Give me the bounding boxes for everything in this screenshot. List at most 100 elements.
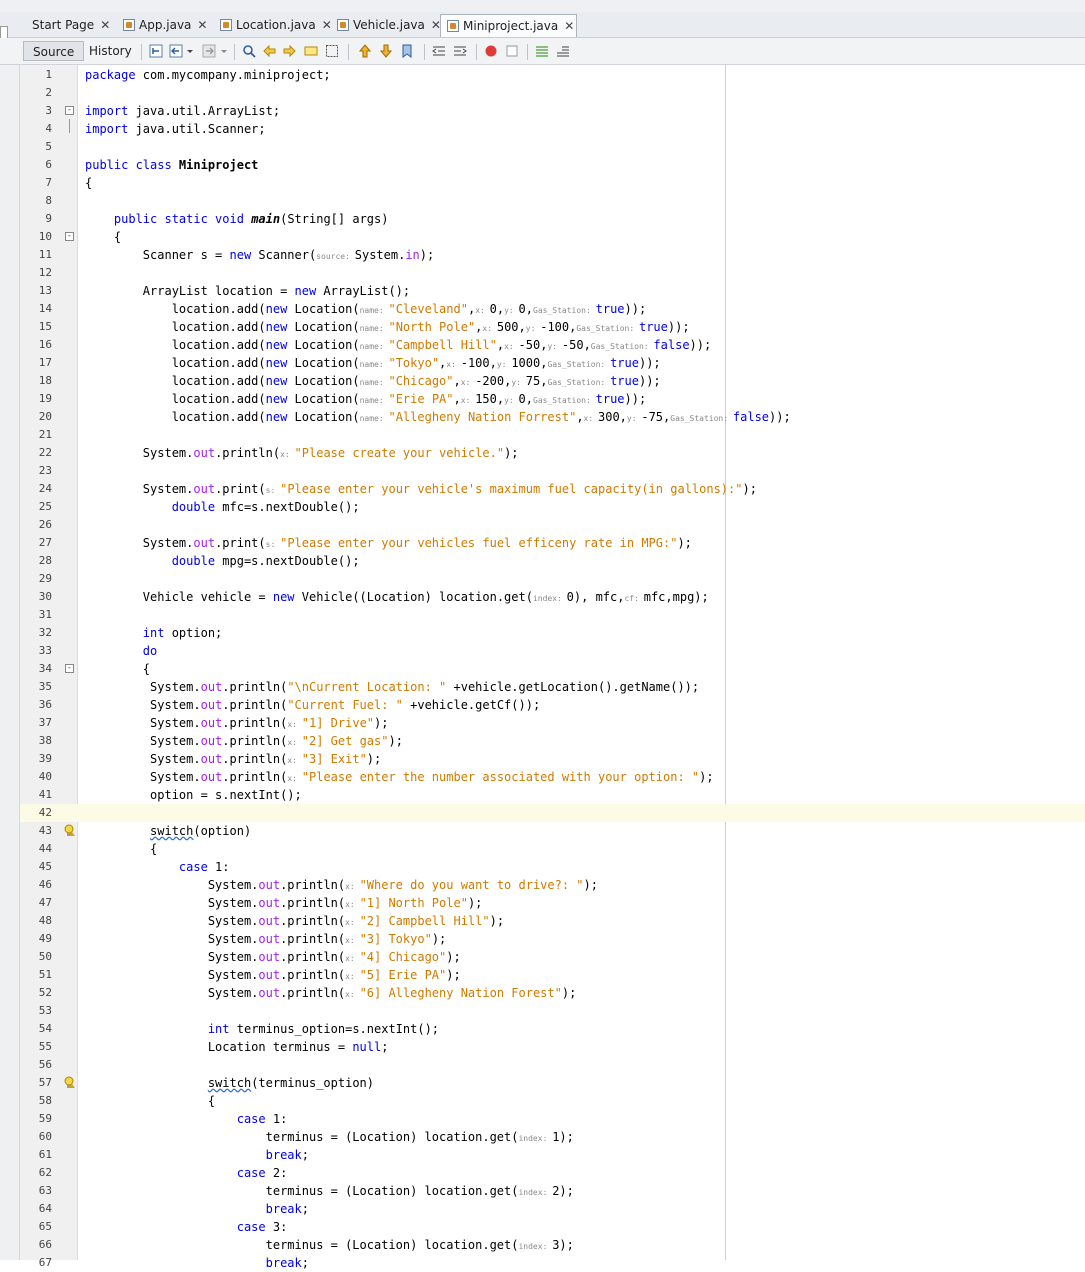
code-line[interactable]: 19 location.add(new Location(name: "Erie… bbox=[20, 390, 1085, 408]
code-line[interactable]: 35 System.out.println("\nCurrent Locatio… bbox=[20, 678, 1085, 696]
code-line[interactable]: 64 break; bbox=[20, 1200, 1085, 1218]
code-line[interactable]: 4 import java.util.Scanner; bbox=[20, 120, 1085, 138]
code-line[interactable]: 13 ArrayList location = new ArrayList(); bbox=[20, 282, 1085, 300]
code-line[interactable]: 66 terminus = (Location) location.get(in… bbox=[20, 1236, 1085, 1254]
code-line[interactable]: 32 int option; bbox=[20, 624, 1085, 642]
stop-macro-recording-icon[interactable] bbox=[505, 44, 519, 58]
code-line[interactable]: 16 location.add(new Location(name: "Camp… bbox=[20, 336, 1085, 354]
code-line[interactable]: 18 location.add(new Location(name: "Chic… bbox=[20, 372, 1085, 390]
uncomment-icon[interactable] bbox=[556, 44, 570, 58]
code-line[interactable]: 43 switch(option) bbox=[20, 822, 1085, 840]
code-line[interactable]: 55 Location terminus = null; bbox=[20, 1038, 1085, 1056]
code-line[interactable]: 23 bbox=[20, 462, 1085, 480]
code-line[interactable]: 8 bbox=[20, 192, 1085, 210]
close-icon[interactable]: ✕ bbox=[197, 14, 207, 37]
rectangular-selection-icon[interactable] bbox=[325, 44, 339, 58]
chevron-down-icon[interactable] bbox=[220, 44, 228, 58]
code-line[interactable]: 34 - { bbox=[20, 660, 1085, 678]
hint-bulb-icon[interactable] bbox=[63, 1076, 76, 1089]
code-line[interactable]: 58 { bbox=[20, 1092, 1085, 1110]
code-line[interactable]: 2 bbox=[20, 84, 1085, 102]
code-line[interactable]: 11 Scanner s = new Scanner(source: Syste… bbox=[20, 246, 1085, 264]
code-line[interactable]: 61 break; bbox=[20, 1146, 1085, 1164]
code-line[interactable]: 36 System.out.println("Current Fuel: " +… bbox=[20, 696, 1085, 714]
code-line[interactable]: 42 bbox=[20, 804, 1085, 822]
comment-icon[interactable] bbox=[535, 44, 549, 58]
forward-icon[interactable] bbox=[202, 44, 216, 58]
fold-toggle-icon[interactable]: - bbox=[65, 232, 74, 241]
code-line[interactable]: 52 System.out.println(x: "6] Allegheny N… bbox=[20, 984, 1085, 1002]
shift-right-icon[interactable] bbox=[453, 44, 467, 58]
code-line[interactable]: 22 System.out.println(x: "Please create … bbox=[20, 444, 1085, 462]
code-line[interactable]: 56 bbox=[20, 1056, 1085, 1074]
code-line[interactable]: 46 System.out.println(x: "Where do you w… bbox=[20, 876, 1085, 894]
code-line[interactable]: 65 case 3: bbox=[20, 1218, 1085, 1236]
code-line[interactable]: 30 Vehicle vehicle = new Vehicle((Locati… bbox=[20, 588, 1085, 606]
code-line[interactable]: 51 System.out.println(x: "5] Erie PA"); bbox=[20, 966, 1085, 984]
code-line[interactable]: 39 System.out.println(x: "3] Exit"); bbox=[20, 750, 1085, 768]
code-line[interactable]: 33 do bbox=[20, 642, 1085, 660]
code-line[interactable]: 54 int terminus_option=s.nextInt(); bbox=[20, 1020, 1085, 1038]
hint-bulb-icon[interactable] bbox=[63, 824, 76, 837]
code-line[interactable]: 47 System.out.println(x: "1] North Pole"… bbox=[20, 894, 1085, 912]
fold-toggle-icon[interactable]: - bbox=[65, 664, 74, 673]
find-next-icon[interactable] bbox=[283, 44, 297, 58]
code-line[interactable]: 49 System.out.println(x: "3] Tokyo"); bbox=[20, 930, 1085, 948]
code-line[interactable]: 5 bbox=[20, 138, 1085, 156]
code-line[interactable]: 26 bbox=[20, 516, 1085, 534]
code-line[interactable]: 41 option = s.nextInt(); bbox=[20, 786, 1085, 804]
code-line[interactable]: 25 double mfc=s.nextDouble(); bbox=[20, 498, 1085, 516]
tab-miniproject-java[interactable]: Miniproject.java ✕ bbox=[440, 14, 577, 37]
code-line[interactable]: 50 System.out.println(x: "4] Chicago"); bbox=[20, 948, 1085, 966]
code-line[interactable]: 12 bbox=[20, 264, 1085, 282]
code-line[interactable]: 3 - import java.util.ArrayList; bbox=[20, 102, 1085, 120]
previous-bookmark-icon[interactable] bbox=[358, 44, 372, 58]
chevron-down-icon[interactable] bbox=[186, 44, 194, 58]
code-line[interactable]: 17 location.add(new Location(name: "Toky… bbox=[20, 354, 1085, 372]
tab-start-page[interactable]: Start Page ✕ bbox=[26, 14, 110, 37]
code-line[interactable]: 53 bbox=[20, 1002, 1085, 1020]
code-line[interactable]: 28 double mpg=s.nextDouble(); bbox=[20, 552, 1085, 570]
find-selection-icon[interactable] bbox=[242, 44, 256, 58]
fold-toggle-icon[interactable]: - bbox=[65, 106, 74, 115]
code-line[interactable]: 9 public static void main(String[] args) bbox=[20, 210, 1085, 228]
close-icon[interactable]: ✕ bbox=[564, 15, 574, 38]
code-line[interactable]: 62 case 2: bbox=[20, 1164, 1085, 1182]
code-line[interactable]: 40 System.out.println(x: "Please enter t… bbox=[20, 768, 1085, 786]
code-line[interactable]: 15 location.add(new Location(name: "Nort… bbox=[20, 318, 1085, 336]
toggle-highlight-icon[interactable] bbox=[304, 44, 318, 58]
next-bookmark-icon[interactable] bbox=[379, 44, 393, 58]
code-line[interactable]: 59 case 1: bbox=[20, 1110, 1085, 1128]
code-line[interactable]: 31 bbox=[20, 606, 1085, 624]
code-line[interactable]: 63 terminus = (Location) location.get(in… bbox=[20, 1182, 1085, 1200]
code-line[interactable]: 29 bbox=[20, 570, 1085, 588]
code-line[interactable]: 57 switch(terminus_option) bbox=[20, 1074, 1085, 1092]
code-line[interactable]: 37 System.out.println(x: "1] Drive"); bbox=[20, 714, 1085, 732]
code-line[interactable]: 60 terminus = (Location) location.get(in… bbox=[20, 1128, 1085, 1146]
tab-vehicle-java[interactable]: Vehicle.java ✕ bbox=[331, 14, 441, 37]
start-macro-recording-icon[interactable] bbox=[484, 44, 498, 58]
history-view-button[interactable]: History bbox=[80, 41, 141, 61]
code-line[interactable]: 48 System.out.println(x: "2] Campbell Hi… bbox=[20, 912, 1085, 930]
last-edit-icon[interactable] bbox=[149, 44, 163, 58]
code-line[interactable]: 14 location.add(new Location(name: "Clev… bbox=[20, 300, 1085, 318]
source-view-button[interactable]: Source bbox=[23, 41, 85, 61]
code-line[interactable]: 67 break; bbox=[20, 1254, 1085, 1272]
toggle-bookmark-icon[interactable] bbox=[400, 44, 414, 58]
code-line[interactable]: 6 public class Miniproject bbox=[20, 156, 1085, 174]
close-icon[interactable]: ✕ bbox=[100, 14, 110, 37]
code-line[interactable]: 27 System.out.print(s: "Please enter you… bbox=[20, 534, 1085, 552]
code-line[interactable]: 20 location.add(new Location(name: "Alle… bbox=[20, 408, 1085, 426]
code-line[interactable]: 38 System.out.println(x: "2] Get gas"); bbox=[20, 732, 1085, 750]
code-line[interactable]: 44 { bbox=[20, 840, 1085, 858]
code-line[interactable]: 7{ bbox=[20, 174, 1085, 192]
code-line[interactable]: 10 - { bbox=[20, 228, 1085, 246]
code-line[interactable]: 24 System.out.print(s: "Please enter you… bbox=[20, 480, 1085, 498]
code-line[interactable]: 45 case 1: bbox=[20, 858, 1085, 876]
shift-left-icon[interactable] bbox=[432, 44, 446, 58]
code-line[interactable]: 21 bbox=[20, 426, 1085, 444]
back-icon[interactable] bbox=[169, 44, 183, 58]
find-previous-icon[interactable] bbox=[262, 44, 276, 58]
tab-location-java[interactable]: Location.java ✕ bbox=[214, 14, 332, 37]
code-line[interactable]: 1 package com.mycompany.miniproject; bbox=[20, 66, 1085, 84]
